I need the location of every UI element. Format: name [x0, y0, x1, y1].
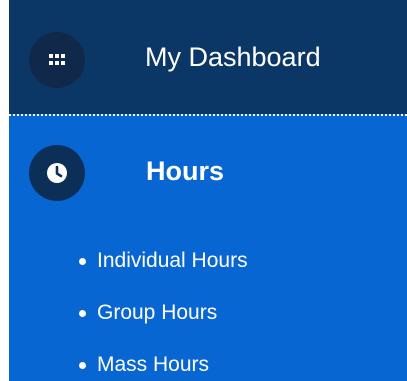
submenu-item-group-hours[interactable]: Group Hours — [79, 298, 217, 328]
nav-item-label: Hours — [146, 156, 225, 186]
submenu-item-label: Mass Hours — [97, 353, 210, 376]
submenu-item-individual-hours[interactable]: Individual Hours — [79, 246, 248, 276]
submenu-item-mass-hours[interactable]: Mass Hours — [79, 350, 209, 380]
nav-item-label: My Dashboard — [145, 42, 321, 72]
submenu-item-label: Group Hours — [97, 301, 218, 324]
grid-icon — [29, 32, 85, 88]
bullet-icon — [79, 257, 86, 265]
clock-icon — [29, 145, 85, 201]
nav-item-my-dashboard[interactable]: My Dashboard — [9, 0, 407, 114]
bullet-icon — [79, 309, 86, 317]
submenu-item-label: Individual Hours — [97, 249, 248, 272]
bullet-icon — [79, 361, 86, 369]
sidebar-nav: My Dashboard Hours Individual Hours Grou… — [9, 0, 407, 381]
